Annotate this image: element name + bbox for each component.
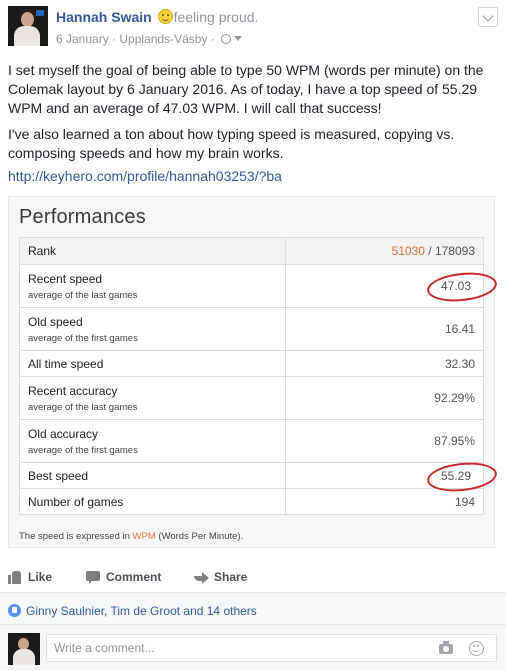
share-arrow-icon	[194, 570, 209, 584]
table-row: All time speed 32.30	[19, 350, 484, 377]
row-title: All time speed	[19, 350, 286, 377]
post-link[interactable]: http://keyhero.com/profile/hannah03253/?…	[8, 168, 282, 184]
share-label: Share	[214, 570, 248, 584]
table-row: Rank 51030 / 178093	[19, 237, 484, 265]
comment-button[interactable]: Comment	[86, 566, 161, 588]
author-avatar[interactable]	[8, 6, 48, 46]
post-location[interactable]: Upplands-Väsby	[119, 32, 207, 46]
camera-icon[interactable]	[439, 641, 453, 654]
comment-input[interactable]	[46, 634, 497, 662]
likes-summary: Ginny Saulnier, Tim de Groot and 14 othe…	[0, 593, 506, 624]
post-text-paragraph: I set myself the goal of being able to t…	[8, 62, 484, 116]
comment-bubble-icon	[86, 570, 100, 584]
rank-total: / 178093	[428, 244, 475, 258]
row-title: Recent accuracy	[28, 383, 118, 398]
row-label: Recent accuracy average of the last games	[19, 376, 286, 420]
author-name[interactable]: Hannah Swain	[56, 9, 152, 25]
footnote-text: (Words Per Minute).	[158, 531, 244, 542]
comment-label: Comment	[106, 570, 162, 584]
post-date[interactable]: 6 January	[56, 32, 109, 46]
meta-separator: ·	[210, 31, 215, 46]
meta-separator: ·	[112, 31, 117, 46]
table-row: Best speed 55.29	[19, 462, 484, 489]
row-title: Number of games	[19, 488, 286, 515]
row-title: Old accuracy	[28, 426, 99, 441]
chevron-down-icon[interactable]	[234, 36, 243, 42]
table-row: Recent accuracy average of the last games…	[19, 376, 484, 420]
like-button[interactable]: Like	[8, 566, 52, 588]
row-value: 92.29%	[285, 376, 484, 420]
row-value: 47.03	[285, 264, 484, 308]
table-row: Number of games 194	[19, 488, 484, 515]
table-row: Old speed average of the first games 16.4…	[19, 307, 484, 351]
smiley-icon	[157, 9, 173, 24]
like-label: Like	[28, 570, 53, 584]
share-button[interactable]: Share	[194, 566, 247, 588]
row-subtitle: average of the last games	[28, 289, 138, 301]
row-label: Recent speed average of the last games	[19, 264, 286, 308]
like-reaction-icon	[8, 604, 21, 617]
commenter-avatar[interactable]	[8, 633, 40, 665]
table-row: Old accuracy average of the first games 8…	[19, 419, 484, 463]
attached-image-card[interactable]: Performances Rank 51030 / 178093 Recent …	[8, 196, 495, 548]
post-options-button[interactable]	[478, 7, 498, 27]
footnote-text: The speed is expressed in	[19, 531, 130, 542]
table-row: Recent speed average of the last games 47…	[19, 264, 484, 308]
row-subtitle: average of the last games	[28, 401, 138, 413]
comment-composer	[0, 625, 506, 671]
rank-number: 51030	[391, 244, 425, 258]
rank-label: Rank	[19, 237, 286, 265]
row-subtitle: average of the first games	[28, 444, 138, 456]
footnote-wpm: WPM	[132, 531, 156, 542]
performance-table: Rank 51030 / 178093 Recent speed average …	[19, 237, 484, 515]
facebook-post: Hannah Swain feeling proud. 6 January · …	[0, 0, 506, 671]
row-value: 194	[285, 488, 484, 515]
emoji-icon[interactable]	[469, 641, 484, 656]
highlight-circle: 47.03	[437, 279, 475, 293]
post-text-paragraph: I've also learned a ton about how typing…	[8, 126, 455, 161]
likes-names-link[interactable]: Ginny Saulnier, Tim de Groot and 14 othe…	[26, 604, 257, 618]
row-title: Recent speed	[28, 271, 103, 286]
post-meta: 6 January · Upplands-Väsby ·	[56, 31, 243, 46]
row-value: 55.29	[285, 462, 484, 489]
globe-icon[interactable]	[221, 33, 232, 44]
row-value: 32.30	[285, 350, 484, 377]
row-subtitle: average of the first games	[28, 332, 138, 344]
row-title: Old speed	[28, 314, 83, 329]
highlight-circle: 55.29	[437, 469, 475, 483]
card-footnote: The speed is expressed in WPM (Words Per…	[19, 531, 243, 542]
row-label: Old speed average of the first games	[19, 307, 286, 351]
post-action-bar: Like Comment Share	[0, 566, 506, 588]
feeling-text: feeling proud.	[173, 9, 259, 25]
post-header: Hannah Swain feeling proud.	[56, 9, 258, 25]
rank-value: 51030 / 178093	[285, 237, 484, 265]
row-title: Best speed	[19, 462, 286, 489]
row-value: 87.95%	[285, 419, 484, 463]
row-label: Old accuracy average of the first games	[19, 419, 286, 463]
thumbs-up-icon	[8, 570, 22, 584]
row-value: 16.41	[285, 307, 484, 351]
card-title: Performances	[19, 206, 146, 228]
